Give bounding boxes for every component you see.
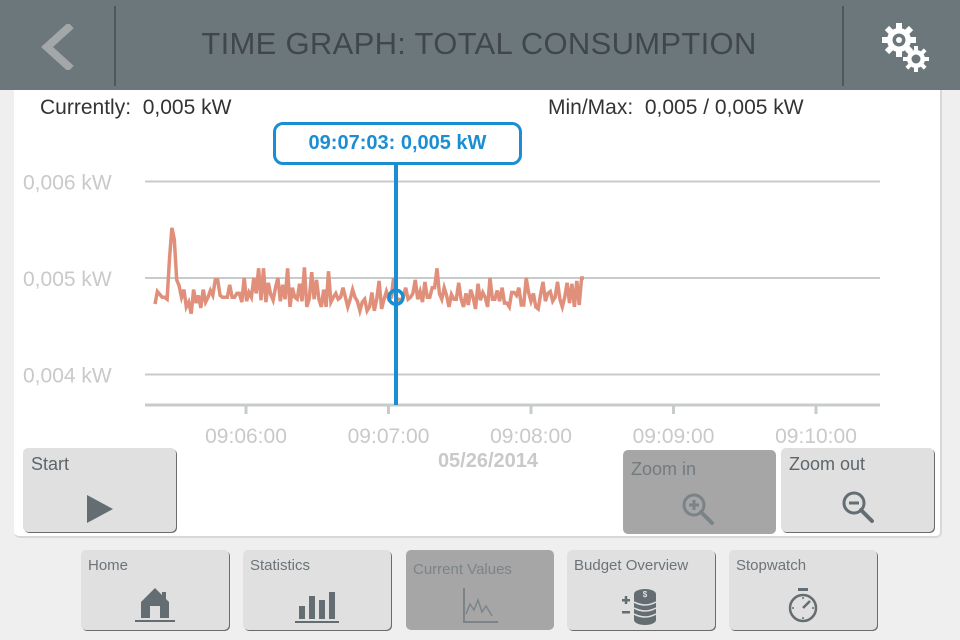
zoom-in-icon	[682, 493, 714, 525]
nav-stopwatch[interactable]: Stopwatch	[729, 550, 877, 630]
zoom-in-button[interactable]: Zoom in	[623, 450, 776, 534]
stopwatch-icon	[788, 588, 818, 623]
nav-stopwatch-label: Stopwatch	[736, 557, 807, 574]
coins-icon: $	[622, 589, 657, 625]
y-tick-label: 0,005 kW	[23, 268, 112, 291]
y-tick-label: 0,004 kW	[23, 365, 112, 388]
zoom-out-label: Zoom out	[789, 454, 866, 474]
nav-current-values-label: Current Values	[413, 561, 512, 578]
nav-statistics[interactable]: Statistics	[243, 550, 391, 630]
nav-budget-overview-label: Budget Overview	[574, 557, 689, 574]
nav-statistics-label: Statistics	[250, 557, 311, 574]
home-icon	[135, 588, 175, 622]
start-button[interactable]: Start	[23, 448, 176, 532]
play-icon	[87, 495, 113, 523]
y-tick-label: 0,006 kW	[23, 172, 112, 195]
nav-budget-overview[interactable]: Budget Overview $	[567, 550, 715, 630]
nav-home-label: Home	[88, 557, 129, 574]
x-tick-label: 09:08:00	[490, 425, 572, 448]
svg-text:$: $	[643, 590, 648, 599]
cursor-tooltip: 09:07:03: 0,005 kW	[273, 122, 522, 165]
bar-chart-icon	[295, 592, 339, 623]
nav-current-values[interactable]: Current Values	[406, 550, 554, 630]
zoom-in-label: Zoom in	[631, 459, 697, 479]
line-chart-icon	[463, 588, 498, 623]
x-tick-label: 09:10:00	[775, 425, 857, 448]
date-label: 05/26/2014	[437, 450, 539, 472]
series-line	[153, 227, 584, 318]
zoom-out-button[interactable]: Zoom out	[781, 448, 934, 532]
zoom-out-icon	[842, 491, 874, 523]
x-tick-label: 09:07:00	[348, 425, 430, 448]
nav-home[interactable]: Home	[81, 550, 229, 630]
x-tick-label: 09:06:00	[205, 425, 287, 448]
time-graph[interactable]: 0,006 kW 0,005 kW 0,004 kW 09:06:00 09:07:0…	[0, 0, 960, 460]
x-tick-label: 09:09:00	[633, 425, 715, 448]
start-label: Start	[31, 454, 70, 474]
